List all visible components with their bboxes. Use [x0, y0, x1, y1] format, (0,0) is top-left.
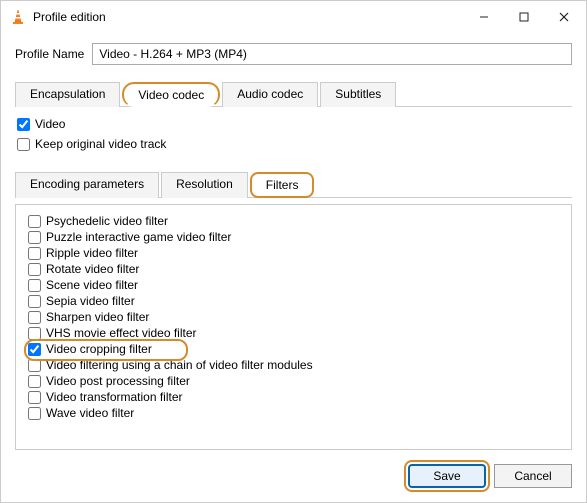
- filter-label: Wave video filter: [46, 406, 134, 420]
- filter-label: Video filtering using a chain of video f…: [46, 358, 313, 372]
- titlebar: Profile edition: [1, 1, 586, 33]
- close-button[interactable]: [544, 2, 584, 32]
- maximize-button[interactable]: [504, 2, 544, 32]
- filter-checkbox[interactable]: [28, 247, 41, 260]
- filter-item[interactable]: Video cropping filter: [28, 341, 569, 357]
- filter-item[interactable]: Sepia video filter: [28, 293, 569, 309]
- filter-label: Sharpen video filter: [46, 310, 149, 324]
- filter-label: Sepia video filter: [46, 294, 135, 308]
- save-button[interactable]: Save: [408, 464, 486, 488]
- filter-checkbox[interactable]: [28, 215, 41, 228]
- subtab-resolution[interactable]: Resolution: [161, 172, 248, 198]
- filter-checkbox[interactable]: [28, 279, 41, 292]
- subtab-encoding-parameters[interactable]: Encoding parameters: [15, 172, 159, 198]
- profile-name-input[interactable]: [92, 43, 572, 65]
- filter-item[interactable]: Video filtering using a chain of video f…: [28, 357, 569, 373]
- cancel-button[interactable]: Cancel: [494, 464, 572, 488]
- subtab-filters[interactable]: Filters: [250, 172, 315, 198]
- video-checkbox[interactable]: [17, 118, 30, 131]
- filter-item[interactable]: Wave video filter: [28, 405, 569, 421]
- profile-edition-window: Profile edition Profile Name Encapsulati…: [0, 0, 587, 503]
- filter-checkbox[interactable]: [28, 263, 41, 276]
- keep-original-checkbox[interactable]: [17, 138, 30, 151]
- filter-item[interactable]: Sharpen video filter: [28, 309, 569, 325]
- filter-checkbox[interactable]: [28, 295, 41, 308]
- keep-original-row[interactable]: Keep original video track: [17, 137, 572, 151]
- filter-checkbox[interactable]: [28, 343, 41, 356]
- tab-video-codec[interactable]: Video codec: [122, 82, 220, 107]
- filter-label: Scene video filter: [46, 278, 138, 292]
- content-area: Profile Name EncapsulationVideo codecAud…: [1, 33, 586, 450]
- minimize-button[interactable]: [464, 2, 504, 32]
- filter-item[interactable]: VHS movie effect video filter: [28, 325, 569, 341]
- filter-checkbox[interactable]: [28, 407, 41, 420]
- profile-name-row: Profile Name: [15, 43, 572, 65]
- keep-original-label: Keep original video track: [35, 137, 166, 151]
- filter-item[interactable]: Scene video filter: [28, 277, 569, 293]
- filter-item[interactable]: Ripple video filter: [28, 245, 569, 261]
- profile-name-label: Profile Name: [15, 47, 84, 61]
- filter-item[interactable]: Psychedelic video filter: [28, 213, 569, 229]
- video-checkbox-label: Video: [35, 117, 65, 131]
- filter-checkbox[interactable]: [28, 327, 41, 340]
- filter-checkbox[interactable]: [28, 311, 41, 324]
- filter-label: Video transformation filter: [46, 390, 183, 404]
- filter-checkbox[interactable]: [28, 231, 41, 244]
- filter-checkbox[interactable]: [28, 359, 41, 372]
- filter-item[interactable]: Puzzle interactive game video filter: [28, 229, 569, 245]
- footer: Save Cancel: [1, 450, 586, 502]
- filter-label: Video post processing filter: [46, 374, 190, 388]
- filter-item[interactable]: Video post processing filter: [28, 373, 569, 389]
- filters-list[interactable]: Psychedelic video filter Puzzle interacti…: [18, 211, 569, 443]
- sub-tabs: Encoding parametersResolutionFilters: [15, 171, 572, 198]
- filter-label: Rotate video filter: [46, 262, 139, 276]
- tab-encapsulation[interactable]: Encapsulation: [15, 82, 120, 107]
- filter-item[interactable]: Video transformation filter: [28, 389, 569, 405]
- filter-label: Puzzle interactive game video filter: [46, 230, 231, 244]
- video-options: Video Keep original video track: [17, 117, 572, 157]
- vlc-cone-icon: [9, 8, 27, 26]
- filter-label: VHS movie effect video filter: [46, 326, 197, 340]
- tab-audio-codec[interactable]: Audio codec: [222, 82, 318, 107]
- filter-checkbox[interactable]: [28, 375, 41, 388]
- video-checkbox-row[interactable]: Video: [17, 117, 572, 131]
- filter-item[interactable]: Rotate video filter: [28, 261, 569, 277]
- filters-panel: Psychedelic video filter Puzzle interacti…: [15, 204, 572, 450]
- filter-label: Psychedelic video filter: [46, 214, 168, 228]
- filter-checkbox[interactable]: [28, 391, 41, 404]
- window-title: Profile edition: [33, 10, 464, 24]
- filter-label: Ripple video filter: [46, 246, 138, 260]
- filter-label: Video cropping filter: [46, 342, 152, 356]
- window-controls: [464, 2, 584, 32]
- main-tabs: EncapsulationVideo codecAudio codecSubti…: [15, 81, 572, 107]
- tab-subtitles[interactable]: Subtitles: [320, 82, 396, 107]
